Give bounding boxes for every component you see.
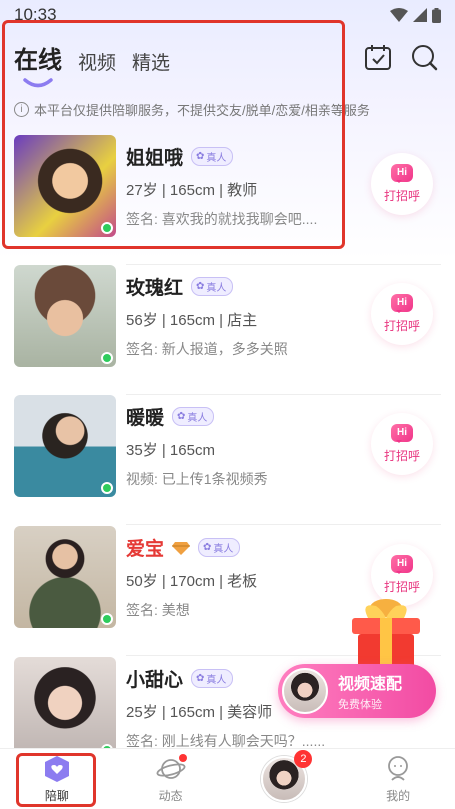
status-time: 10:33 <box>14 5 57 24</box>
badge-flower-icon: ✿ <box>196 281 205 292</box>
nav-center-badge: 2 <box>294 750 313 768</box>
tab-featured[interactable]: 精选 <box>132 48 170 75</box>
name-row: 小甜心 ✿ 真人 <box>126 665 234 692</box>
name-row: 暖暖 ✿ 真人 <box>126 403 215 430</box>
user-signature: 签名: 喜欢我的就找我聊会吧.... <box>126 211 318 227</box>
badge-label: 真人 <box>213 544 234 555</box>
verified-badge: ✿ 真人 <box>191 277 234 296</box>
nav-profile[interactable]: 我的 <box>358 754 438 804</box>
badge-label: 真人 <box>206 283 227 294</box>
user-name: 小甜心 <box>126 670 184 691</box>
greet-label: 打招呼 <box>383 449 420 463</box>
user-info: 27岁 | 165cm | 教师 <box>126 182 258 199</box>
hi-icon: Hi <box>391 555 413 574</box>
online-indicator <box>101 352 113 364</box>
greet-button[interactable]: Hi 打招呼 <box>371 283 433 345</box>
notice-text: 本平台仅提供陪聊服务，不提供交友/脱单/恋爱/相亲等服务 <box>34 103 370 118</box>
badge-label: 真人 <box>206 153 227 164</box>
avatar <box>14 526 116 628</box>
calendar-check-icon[interactable] <box>363 42 393 72</box>
user-signature: 签名: 美想 <box>126 602 190 618</box>
nav-moments[interactable]: 动态 <box>131 754 211 804</box>
video-match-subtitle: 免费体验 <box>338 699 382 711</box>
badge-label: 真人 <box>206 675 227 686</box>
status-bar: 10:33 <box>0 0 455 30</box>
status-icons <box>390 7 441 23</box>
tab-bar: 在线 视频 精选 <box>14 40 170 88</box>
tab-online[interactable]: 在线 <box>14 40 62 88</box>
nav-profile-label: 我的 <box>386 789 411 803</box>
user-card[interactable]: 暖暖 ✿ 真人 35岁 | 165cm 视频: 已上传1条视频秀 Hi 打招呼 <box>0 395 455 525</box>
name-row: 玫瑰红 ✿ 真人 <box>126 273 234 300</box>
hi-icon: Hi <box>391 164 413 183</box>
verified-badge: ✿ 真人 <box>191 147 234 166</box>
video-match-title: 视频速配 <box>338 676 403 693</box>
badge-flower-icon: ✿ <box>196 151 205 162</box>
tab-online-label: 在线 <box>14 47 62 74</box>
badge-label: 真人 <box>187 413 208 424</box>
verified-badge: ✿ 真人 <box>198 538 241 557</box>
user-name: 暖暖 <box>126 408 165 429</box>
battery-icon <box>432 7 441 23</box>
user-signature: 签名: 新人报道，多多关照 <box>126 341 288 357</box>
search-icon[interactable] <box>409 42 439 72</box>
header-actions <box>363 42 439 72</box>
diamond-icon <box>172 541 191 555</box>
tab-underline-icon <box>23 78 53 88</box>
user-name: 姐姐哦 <box>126 148 184 169</box>
signal-icon <box>413 8 427 22</box>
verified-badge: ✿ 真人 <box>172 407 215 426</box>
user-info: 56岁 | 165cm | 店主 <box>126 312 258 329</box>
bottom-nav: 陪聊 动态 2 我的 <box>0 748 455 809</box>
user-signature: 视频: 已上传1条视频秀 <box>126 471 268 487</box>
video-match-button[interactable]: 视频速配 免费体验 <box>278 664 436 718</box>
nav-chat-label: 陪聊 <box>44 789 69 803</box>
user-card[interactable]: 姐姐哦 ✿ 真人 27岁 | 165cm | 教师 签名: 喜欢我的就找我聊会吧.… <box>0 135 455 265</box>
profile-icon <box>388 756 409 781</box>
badge-flower-icon: ✿ <box>177 411 186 422</box>
greet-button[interactable]: Hi 打招呼 <box>371 413 433 475</box>
wifi-icon <box>390 8 408 22</box>
divider <box>126 524 441 525</box>
user-card[interactable]: 玫瑰红 ✿ 真人 56岁 | 165cm | 店主 签名: 新人报道，多多关照 H… <box>0 265 455 395</box>
video-match-avatar <box>282 668 328 714</box>
greet-button[interactable]: Hi 打招呼 <box>371 153 433 215</box>
user-name: 爱宝 <box>126 539 165 560</box>
info-icon: i <box>14 102 29 117</box>
service-notice: i 本平台仅提供陪聊服务，不提供交友/脱单/恋爱/相亲等服务 <box>14 100 370 119</box>
nav-chat[interactable]: 陪聊 <box>17 754 97 804</box>
chat-heart-icon <box>44 756 69 782</box>
badge-flower-icon: ✿ <box>196 673 205 684</box>
user-info: 25岁 | 165cm | 美容师 <box>126 704 273 721</box>
online-indicator <box>101 222 113 234</box>
online-indicator <box>101 613 113 625</box>
online-indicator <box>101 482 113 494</box>
name-row: 爱宝 ✿ 真人 <box>126 534 241 561</box>
avatar <box>14 395 116 497</box>
greet-label: 打招呼 <box>383 580 420 594</box>
verified-badge: ✿ 真人 <box>191 669 234 688</box>
greet-label: 打招呼 <box>383 319 420 333</box>
nav-moments-label: 动态 <box>158 789 183 803</box>
video-match-text: 视频速配 免费体验 <box>338 670 402 712</box>
greet-label: 打招呼 <box>383 189 420 203</box>
nav-center[interactable]: 2 <box>244 750 324 802</box>
hi-icon: Hi <box>391 294 413 313</box>
avatar <box>14 265 116 367</box>
user-info: 50岁 | 170cm | 老板 <box>126 573 258 590</box>
hi-icon: Hi <box>391 424 413 443</box>
nav-moments-dot <box>178 754 187 762</box>
badge-flower-icon: ✿ <box>203 542 212 553</box>
user-name: 玫瑰红 <box>126 278 184 299</box>
avatar <box>14 135 116 237</box>
user-info: 35岁 | 165cm <box>126 442 215 459</box>
tab-video[interactable]: 视频 <box>78 48 116 75</box>
gift-box-icon[interactable] <box>346 594 426 674</box>
avatar <box>14 657 116 759</box>
name-row: 姐姐哦 ✿ 真人 <box>126 143 234 170</box>
